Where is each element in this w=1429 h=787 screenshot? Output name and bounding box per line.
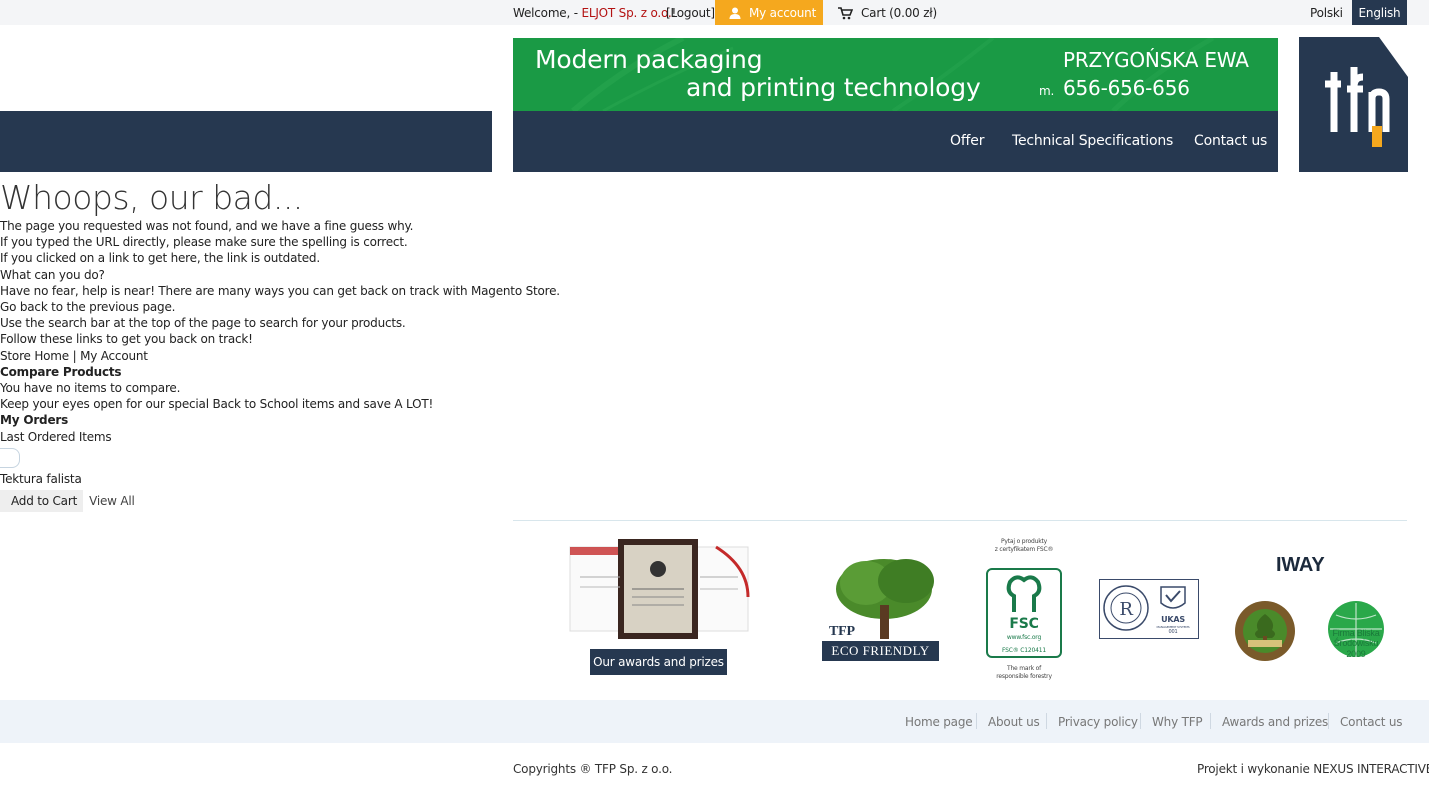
eco-company-seal[interactable]: Firma Bliska Środowisku 2009 [1326,601,1386,661]
text-line: The page you requested was not found, an… [0,219,414,233]
product-checkbox[interactable] [0,447,20,468]
contact-phone: 656-656-656 [1063,76,1190,100]
banner-headline-line1: Modern packaging [535,45,763,74]
eco-friendly-badge[interactable]: TFP ECO FRIENDLY [822,553,950,663]
logout-link[interactable]: [Logout] [666,6,715,20]
footer-link-awards[interactable]: Awards and prizes [1222,715,1328,729]
text-line: What can you do? [0,267,105,282]
text-line: If you clicked on a link to get here, th… [0,251,320,266]
text-line: Use the search bar at the top of the pag… [0,316,406,331]
quick-links: Store Home | My Account [0,348,520,364]
seal2-line3: 2009 [1346,649,1366,659]
cart-label: Cart (0.00 zł) [861,6,937,20]
page-title: Whoops, our bad... [0,178,303,217]
ukas-label: UKAS [1161,615,1185,624]
fsc-logo-frame: FSC www.fsc.org FSC® C120411 [986,568,1062,658]
tfp-logo[interactable] [1299,37,1408,172]
fsc-name: FSC [1009,616,1039,632]
iso-ukas-certification[interactable]: R UKAS MANAGEMENT SYSTEMS 001 [1099,579,1199,639]
nav-offer[interactable]: Offer [950,133,984,149]
header-banner: Modern packaging and printing technology… [513,38,1278,111]
fsc-url: www.fsc.org [1006,634,1042,641]
footer-link-privacy[interactable]: Privacy policy [1058,715,1138,729]
svg-text:R: R [1119,599,1133,620]
main-content: Whoops, our bad... The page you requeste… [0,178,560,513]
copyright-text: Copyrights ® TFP Sp. z o.o. [513,762,673,776]
footer-link-about[interactable]: About us [988,715,1040,729]
promo-text: Keep your eyes open for our special Back… [0,397,434,412]
fsc-top-text-1: Pytaj o produkty [1001,538,1047,545]
banner-headline-line2: and printing technology [686,73,981,102]
cart-link[interactable]: Cart (0.00 zł) [838,6,937,20]
my-account-link[interactable]: My Account [80,349,148,363]
phone-prefix: m. [1039,84,1055,98]
awards-button[interactable]: Our awards and prizes [590,649,727,675]
main-navigation: Offer Technical Specifications Contact u… [513,111,1278,172]
seal2-line2: Środowisku [1333,638,1379,648]
seal2-line1: Firma Bliska [1332,628,1380,638]
last-ordered-label: Last Ordered Items [0,429,112,444]
fsc-tree-icon [1006,575,1042,612]
header-left-bar [0,111,492,172]
add-to-cart-button[interactable]: Add to Cart [0,490,84,513]
view-all-link[interactable]: View All [89,494,135,508]
my-account-label: My account [749,5,817,20]
nav-contact-us[interactable]: Contact us [1194,133,1267,149]
fsc-bottom-text-2: responsible forestry [996,673,1052,680]
fsc-top-text-2: z certyfikatem FSC® [994,546,1054,553]
user-icon [729,7,741,19]
eco-friendly-label: ECO FRIENDLY [822,641,939,661]
fsc-bottom-text-1: The mark of [1006,665,1042,672]
compare-heading: Compare Products [0,364,122,379]
credit-text[interactable]: Projekt i wykonanie NEXUS INTERACTIVE [1197,762,1429,776]
natural-packaging-seal-icon[interactable] [1234,600,1296,662]
footer-separator [976,713,977,729]
footer-link-contact[interactable]: Contact us [1340,715,1403,729]
cart-icon [838,6,853,19]
footer-link-why-tfp[interactable]: Why TFP [1152,715,1203,729]
footer-separator [1046,713,1047,729]
footer-separator [1210,713,1211,729]
footer-separator [1328,713,1329,729]
language-polish[interactable]: Polski [1310,6,1343,20]
welcome-message: Welcome, - ELJOT Sp. z o.o.! [513,6,676,20]
compare-empty-text: You have no items to compare. [0,381,181,396]
welcome-prefix: Welcome, - [513,6,582,20]
contact-person-name: PRZYGOŃSKA EWA [1063,48,1249,72]
fsc-code: FSC® C120411 [1002,647,1046,654]
fsc-certification[interactable]: Pytaj o produkty z certyfikatem FSC® FSC… [984,538,1064,683]
text-line: Have no fear, help is near! There are ma… [0,283,560,298]
link-separator: | [68,348,81,363]
text-line: Follow these links to get you back on tr… [0,332,253,347]
company-name: ELJOT Sp. z o.o. [581,6,672,20]
section-divider [513,520,1407,521]
my-account-button[interactable]: My account [715,0,823,25]
store-home-link[interactable]: Store Home [0,349,69,363]
footer-separator [1140,713,1141,729]
language-english[interactable]: English [1352,0,1407,25]
orders-heading: My Orders [0,413,69,428]
product-name[interactable]: Tektura falista [0,471,520,487]
footer-navigation: Home page About us Privacy policy Why TF… [0,700,1429,743]
text-line: Go back to the previous page. [0,300,176,315]
ukas-number: 001 [1168,629,1178,635]
tfp-label: TFP [829,624,855,639]
awards-certificates-image[interactable] [566,537,752,641]
nav-technical-specifications[interactable]: Technical Specifications [1012,133,1173,149]
text-line: If you typed the URL directly, please ma… [0,235,408,250]
iway-logo[interactable]: IWAY [1276,554,1325,577]
footer-link-home[interactable]: Home page [905,715,973,729]
